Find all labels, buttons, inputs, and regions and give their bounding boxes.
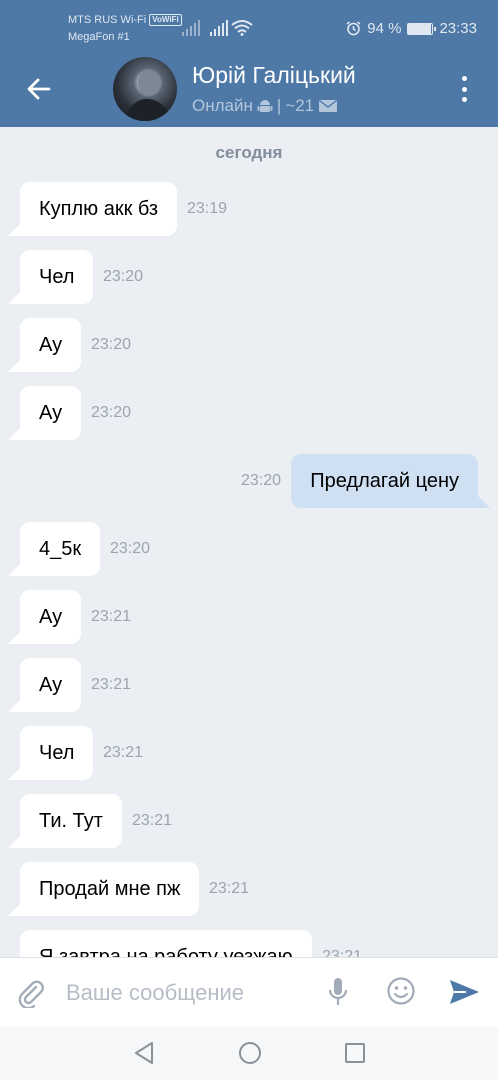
incoming-message-bubble[interactable]: 4_5к (7, 522, 101, 576)
attach-icon[interactable] (16, 978, 46, 1008)
battery-icon (407, 22, 437, 35)
message-time: 23:21 (103, 744, 144, 761)
message-time: 23:20 (110, 540, 151, 557)
incoming-message-bubble[interactable]: Ау (7, 318, 82, 372)
incoming-message-bubble[interactable]: Чел (7, 726, 94, 780)
date-separator: сегодня (215, 143, 283, 162)
message-time: 23:21 (132, 812, 173, 829)
incoming-message-bubble[interactable]: Продай мне пж (7, 862, 200, 916)
incoming-message-bubble[interactable]: Ти. Тут (8, 794, 122, 848)
message-row[interactable]: Куплю акк бз 23:19 (0, 182, 498, 238)
incoming-message-bubble[interactable]: Ау (7, 386, 82, 440)
incoming-message-bubble[interactable]: Ау (7, 658, 82, 712)
mail-icon (319, 99, 338, 112)
message-input[interactable]: Ваше сообщение (66, 980, 244, 1006)
status-bar: MTS RUS Wi-Fi VoWiFi MegaFon #1 94 % 23:… (0, 0, 498, 50)
clock: 23:33 (439, 20, 477, 37)
wifi-icon (231, 20, 253, 36)
message-time: 23:20 (91, 336, 132, 353)
nav-home-icon[interactable] (238, 1041, 262, 1065)
carrier-1: MTS RUS Wi-Fi VoWiFi (68, 14, 182, 26)
alarm-icon (346, 21, 361, 36)
message-row[interactable]: Я завтра на работу уезжаю 23:21 (0, 930, 498, 957)
message-time: 23:20 (240, 472, 281, 489)
signal-2-icon (210, 20, 228, 36)
back-arrow-icon[interactable] (25, 75, 53, 103)
carrier-1-label: MTS RUS Wi-Fi (68, 14, 147, 26)
message-row[interactable]: Ау 23:20 (0, 386, 498, 442)
message-row[interactable]: Ау 23:20 (0, 318, 498, 374)
message-input-placeholder: Ваше сообщение (66, 980, 244, 1005)
send-icon[interactable] (448, 978, 480, 1006)
message-row[interactable]: 4_5к 23:20 (0, 522, 498, 578)
nav-recent-icon[interactable] (344, 1042, 366, 1064)
online-status: Онлайн (192, 96, 253, 115)
unread-count: ~21 (285, 96, 315, 115)
status-right: 94 % 23:33 (346, 20, 477, 37)
avatar[interactable] (113, 57, 177, 121)
battery-percent: 94 % (367, 20, 402, 37)
chat-header: Юрій Галіцький Онлайн | ~21 (0, 50, 498, 127)
message-row[interactable]: Чел 23:20 (0, 250, 498, 306)
message-row[interactable]: Продай мне пж 23:21 (0, 862, 498, 918)
message-time: 23:21 (91, 608, 132, 625)
outgoing-message-bubble[interactable]: Предлагай цену (291, 454, 490, 508)
android-icon (257, 100, 273, 112)
incoming-message-bubble[interactable]: Куплю акк бз (7, 182, 178, 236)
message-composer: Ваше сообщение (0, 957, 498, 1027)
incoming-message-bubble[interactable]: Чел (7, 250, 94, 304)
message-time: 23:21 (322, 948, 363, 957)
contact-status: Онлайн | ~21 (192, 96, 338, 116)
avatar-photo (123, 70, 173, 121)
message-list[interactable]: сегодня Куплю акк бз 23:19 Чел 23:20 Ау 23:20… (0, 127, 498, 957)
message-time: 23:21 (91, 676, 132, 693)
message-time: 23:20 (103, 268, 144, 285)
incoming-message-bubble[interactable]: Ау (7, 590, 82, 644)
message-time: 23:20 (91, 404, 132, 421)
more-vert-icon[interactable] (460, 76, 468, 102)
status-separator: | (276, 96, 282, 115)
signal-1-icon (182, 20, 200, 36)
message-row[interactable]: Ти. Тут 23:21 (0, 794, 498, 850)
message-row[interactable]: Предлагай цену 23:20 (0, 454, 498, 510)
message-time: 23:21 (209, 880, 250, 897)
system-nav-bar (0, 1027, 498, 1080)
nav-back-icon[interactable] (133, 1041, 155, 1065)
carrier-2-label: MegaFon #1 (68, 31, 130, 43)
message-row[interactable]: Ау 23:21 (0, 658, 498, 714)
mic-icon[interactable] (326, 976, 350, 1008)
incoming-message-bubble[interactable]: Я завтра на работу уезжаю (20, 930, 312, 957)
emoji-icon[interactable] (386, 976, 416, 1006)
message-row[interactable]: Чел 23:21 (0, 726, 498, 782)
message-time: 23:19 (187, 200, 228, 217)
contact-name[interactable]: Юрій Галіцький (192, 62, 356, 89)
message-row[interactable]: Ау 23:21 (0, 590, 498, 646)
vowifi-badge: VoWiFi (149, 14, 182, 26)
